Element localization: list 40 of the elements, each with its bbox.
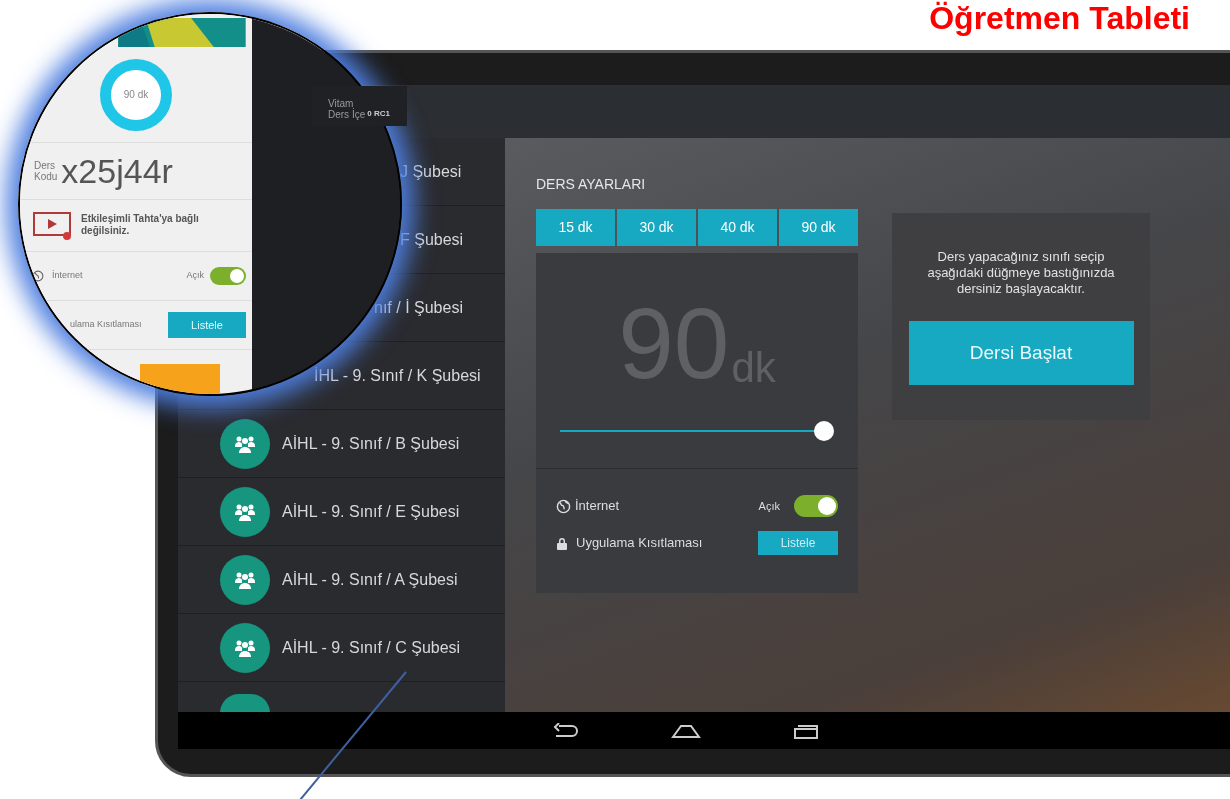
restriction-label: Uygulama Kısıtlaması [576,534,703,553]
class-avatar [220,694,270,712]
lock-icon [556,536,568,550]
disconnected-screen-icon [33,210,73,241]
group-icon [234,638,256,657]
internet-label: İnternet [575,497,620,516]
class-list-item[interactable]: AİHL - 9. Sınıf / C Şubesi [178,614,505,682]
tooltip-text: Vitam [328,98,354,109]
group-icon [234,502,256,521]
slider-thumb[interactable] [814,420,834,441]
page-title: Öğretmen Tableti [929,2,1190,34]
group-icon [234,570,256,589]
start-instructions: Ders yapacağınız sınıfı seçip aşağıdaki düğmeye bastığınızda dersiniz başlayacaktır. [926,249,1116,297]
lesson-code: x25j44r [61,153,173,188]
home-icon[interactable] [671,723,701,738]
section-title: DERS AYARLARI [536,175,647,194]
class-name[interactable]: J Şubesi [400,159,462,184]
class-name[interactable]: İHL - 9. Sınıf / K Şubesi [314,363,481,388]
internet-state: Açık [758,498,780,514]
toggle-switch[interactable] [794,495,838,517]
code-label: Kodu [34,170,58,182]
tooltip-text: Ders İçe [328,109,366,120]
recents-icon[interactable] [793,722,819,739]
version-text: 0 RC1 [367,108,390,120]
board-status: Etkileşimli Tahta'ya bağlı değilsiniz. [81,213,200,238]
group-icon [234,434,256,453]
toggle-switch[interactable] [210,266,246,285]
code-label: Ders [34,159,57,171]
bottom-button[interactable] [140,364,220,394]
timer-ring: 90 dk [100,58,172,131]
class-list-item[interactable]: AİHL - 9. Sınıf / B Şubesi [178,410,505,478]
restriction-label: ulama Kısıtlaması [70,318,142,332]
class-name[interactable]: F Şubesi [400,227,464,252]
class-name[interactable]: nıf / İ Şubesi [374,295,463,320]
class-list-item[interactable]: AİHL - 9. Sınıf / E Şubesi [178,478,505,546]
back-icon[interactable] [553,722,579,739]
class-list-item[interactable]: AİHL - 9. Sınıf / A Şubesi [178,546,505,614]
internet-label: İnternet [52,268,83,282]
internet-state: Açık [186,268,204,282]
duration-slider[interactable] [560,420,834,441]
